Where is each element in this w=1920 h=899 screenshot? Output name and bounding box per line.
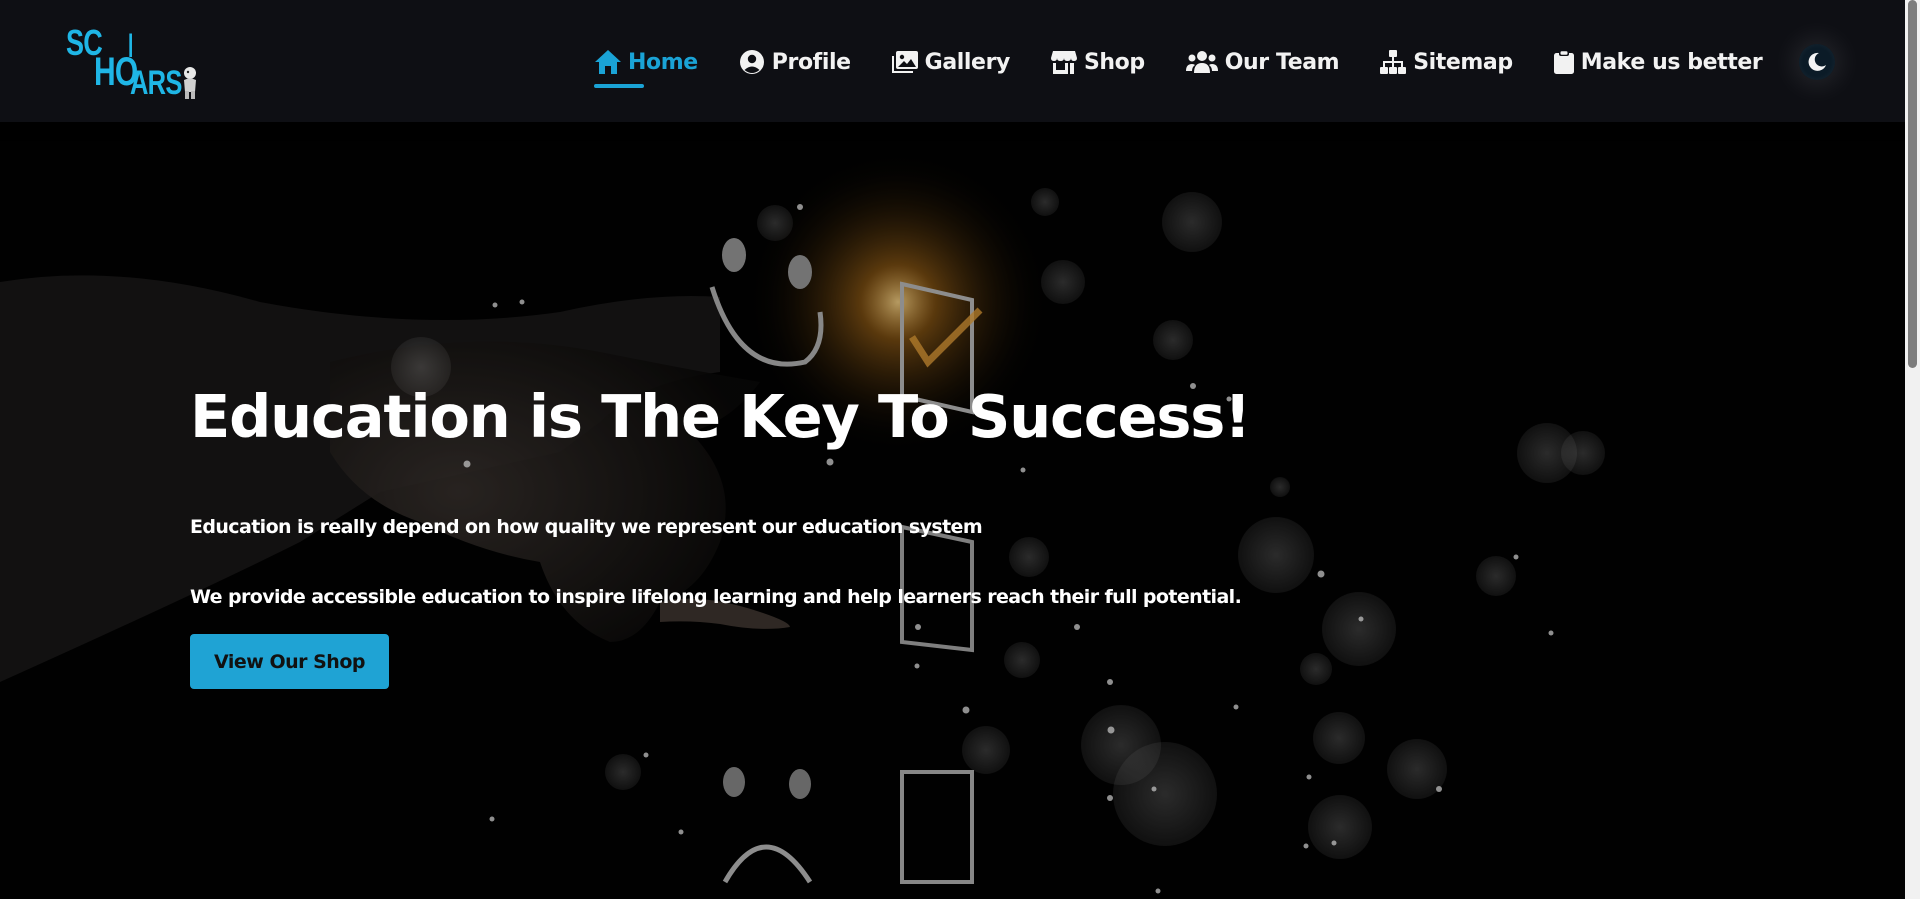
main-nav: Home Profile Gallery Shop Our Team Sitem… (594, 40, 1763, 88)
store-icon (1050, 51, 1077, 74)
nav-sitemap[interactable]: Sitemap (1379, 40, 1513, 84)
nav-profile[interactable]: Profile (738, 40, 851, 84)
images-icon (891, 51, 918, 73)
user-circle-icon (739, 50, 764, 74)
page-scrollbar[interactable] (1905, 0, 1920, 899)
nav-home-label: Home (628, 49, 698, 75)
scrollbar-thumb[interactable] (1908, 0, 1917, 368)
moon-icon (1808, 52, 1826, 71)
clipboard-icon (1553, 50, 1574, 74)
view-shop-button[interactable]: View Our Shop (190, 634, 389, 689)
hero-title: Education is The Key To Success! (190, 382, 1251, 451)
nav-make-us-better-label: Make us better (1580, 49, 1763, 75)
hero-subtitle-1: Education is really depend on how qualit… (190, 516, 983, 538)
mascot-figure-icon (184, 67, 196, 99)
home-icon (595, 50, 621, 74)
nav-our-team-label: Our Team (1224, 49, 1340, 75)
hero-background-image (0, 122, 1905, 899)
nav-gallery-label: Gallery (924, 49, 1011, 75)
hero-section: Education is The Key To Success! Educati… (0, 122, 1905, 899)
users-icon (1185, 51, 1218, 73)
nav-home[interactable]: Home (594, 40, 698, 88)
nav-our-team[interactable]: Our Team (1185, 40, 1340, 84)
nav-shop-label: Shop (1083, 49, 1145, 75)
hero-subtitle-2: We provide accessible education to inspi… (190, 586, 1242, 608)
theme-toggle-button[interactable] (1799, 44, 1835, 80)
scholars-logo[interactable]: SC l HO ARS (66, 22, 202, 102)
nav-make-us-better[interactable]: Make us better (1553, 40, 1763, 84)
nav-profile-label: Profile (771, 49, 851, 75)
site-header: SC l HO ARS Home Profile Gallery Shop Ou… (0, 0, 1905, 122)
nav-shop[interactable]: Shop (1050, 40, 1145, 84)
sitemap-icon (1380, 50, 1407, 74)
nav-sitemap-label: Sitemap (1413, 49, 1513, 75)
nav-gallery[interactable]: Gallery (891, 40, 1010, 84)
